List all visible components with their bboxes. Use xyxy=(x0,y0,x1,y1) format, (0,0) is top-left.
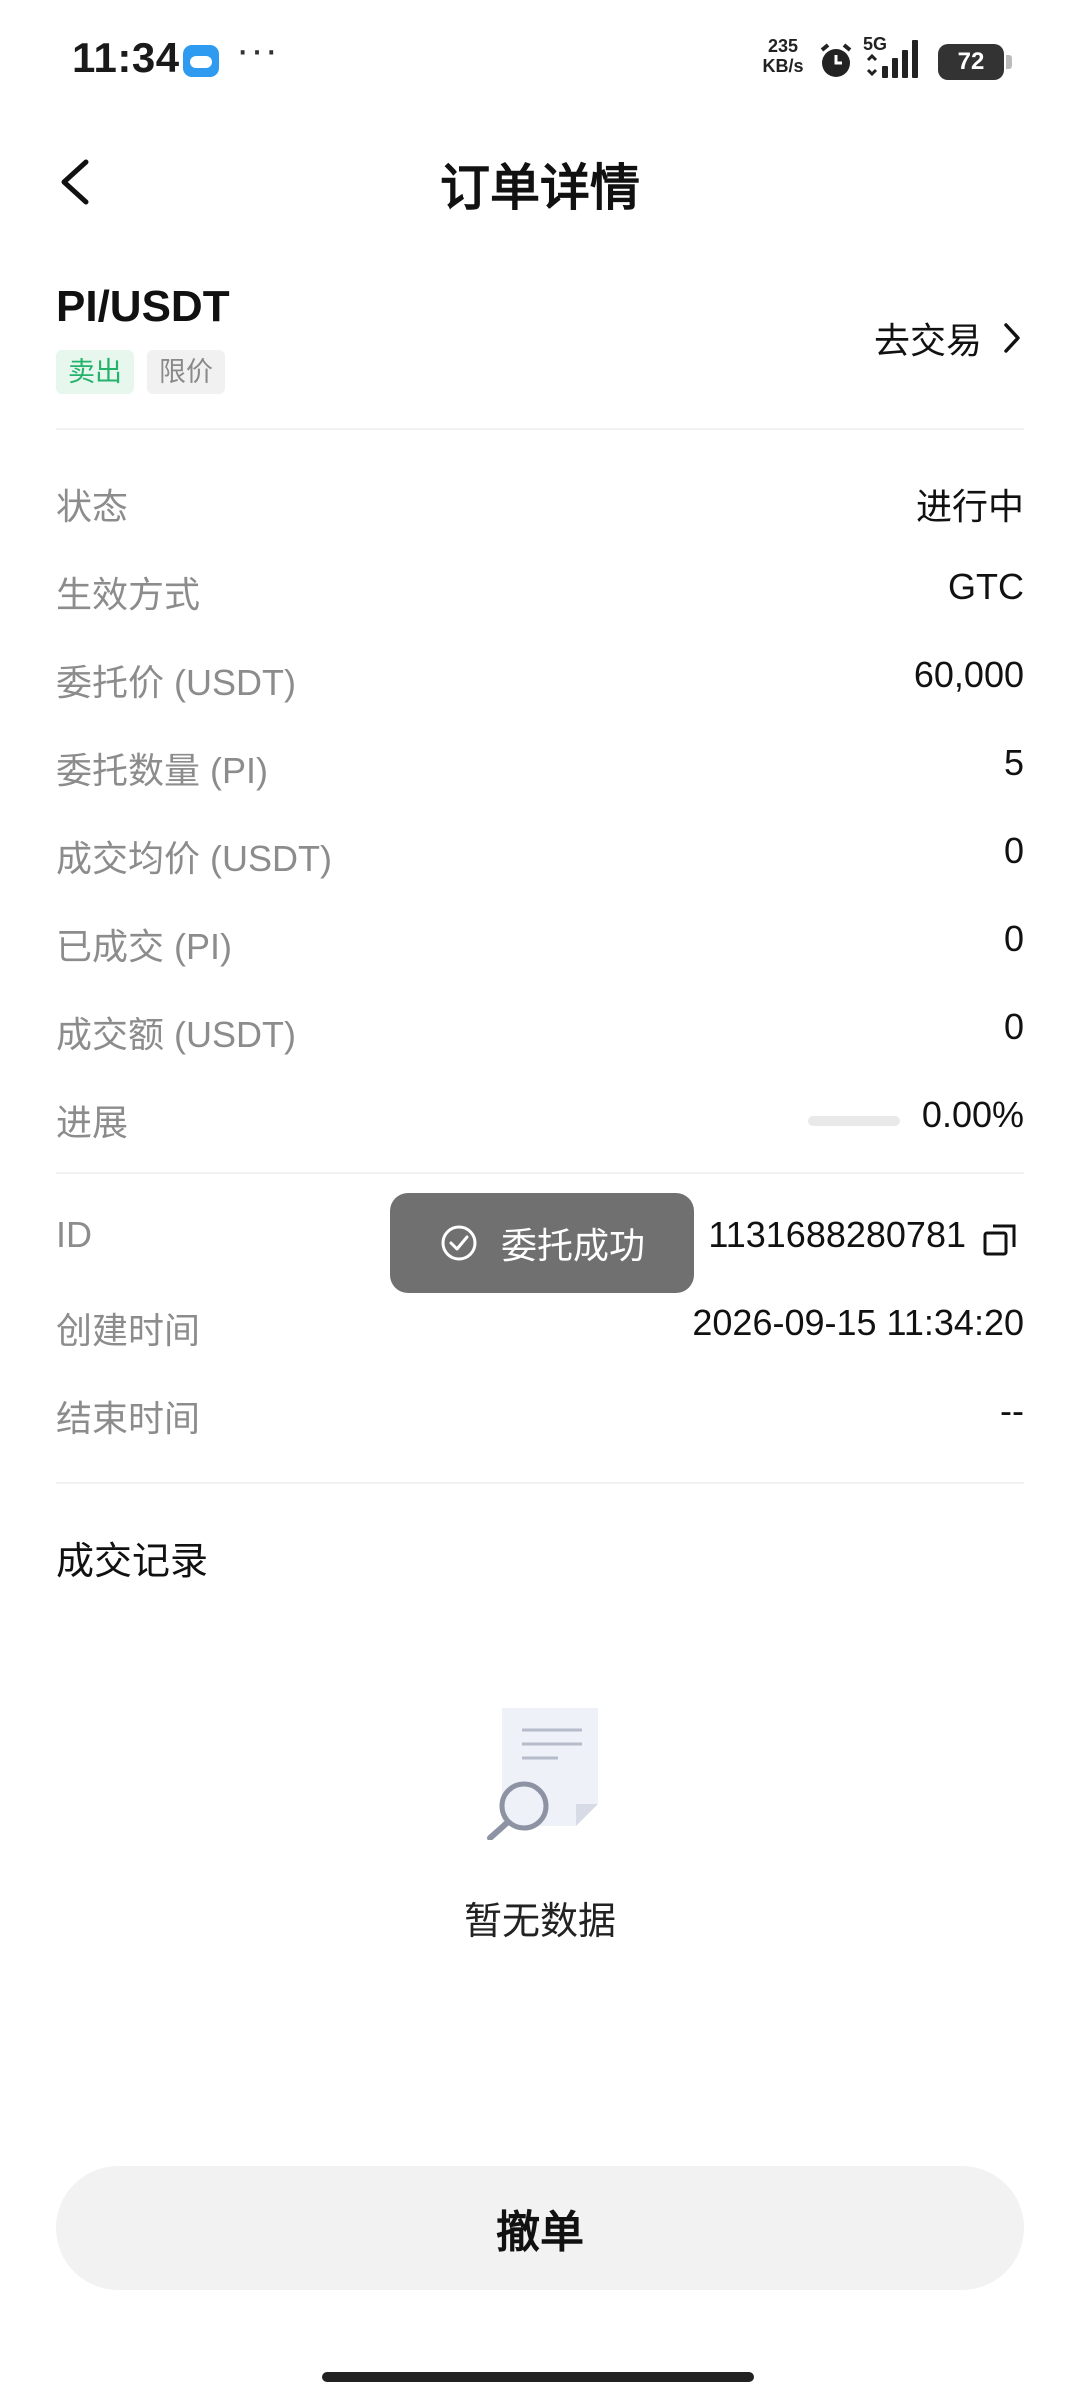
net-speed-value: 235 xyxy=(767,36,799,56)
chevron-right-icon xyxy=(1004,323,1020,353)
divider xyxy=(56,428,1024,430)
detail-value: 进行中 xyxy=(915,486,1024,527)
cloud-app-icon xyxy=(183,45,219,77)
detail-label: 生效方式 xyxy=(56,574,201,615)
detail-label: 委托数量 (PI) xyxy=(56,750,268,791)
status-time: 11:34 xyxy=(72,34,180,81)
go-trade-label: 去交易 xyxy=(873,320,982,361)
page-title: 订单详情 xyxy=(440,160,640,216)
detail-row-order-amount: 委托数量 (PI) 5 xyxy=(56,742,1024,802)
meta-row-created: 创建时间 2026-09-15 11:34:20 xyxy=(56,1302,1024,1362)
detail-value: 0 xyxy=(1003,918,1024,959)
meta-label: 结束时间 xyxy=(56,1398,201,1439)
more-dots-icon: ··· xyxy=(236,28,279,72)
cancel-order-button[interactable]: 撤单 xyxy=(56,2166,1024,2290)
meta-row-ended: 结束时间 -- xyxy=(56,1390,1024,1450)
net-speed: 235 KB/s xyxy=(757,36,809,76)
battery-icon: 72 xyxy=(938,44,1012,80)
home-indicator[interactable] xyxy=(322,2372,754,2382)
detail-row-progress: 进展 0.00% xyxy=(56,1094,1024,1154)
detail-row-filled: 已成交 (PI) 0 xyxy=(56,918,1024,978)
detail-row-avg-price: 成交均价 (USDT) 0 xyxy=(56,830,1024,890)
divider xyxy=(56,1172,1024,1174)
detail-value: 0 xyxy=(1003,830,1024,871)
copy-icon[interactable] xyxy=(982,1222,1018,1258)
order-id-value: 1131688280781 xyxy=(708,1214,966,1255)
detail-label: 成交均价 (USDT) xyxy=(56,838,332,879)
meta-value: 2026-09-15 11:34:20 xyxy=(692,1302,1024,1343)
detail-value: 60,000 xyxy=(913,654,1024,695)
toast-text: 委托成功 xyxy=(500,1225,645,1266)
status-bar: 11:34 ··· 235 KB/s 5G 72 xyxy=(0,0,1080,125)
detail-label: 成交额 (USDT) xyxy=(56,1014,296,1055)
meta-label: ID xyxy=(56,1214,92,1255)
section-title-records: 成交记录 xyxy=(56,1541,209,1583)
empty-document-search-icon xyxy=(487,1708,598,1840)
order-type-tag: 限价 xyxy=(147,350,225,394)
detail-row-turnover: 成交额 (USDT) 0 xyxy=(56,1006,1024,1066)
net-speed-unit: KB/s xyxy=(762,56,804,76)
go-trade-link[interactable]: 去交易 xyxy=(874,312,1022,364)
detail-value: 0 xyxy=(1003,1006,1024,1047)
divider xyxy=(56,1482,1024,1484)
empty-state-text: 暂无数据 xyxy=(463,1901,616,1943)
detail-row-order-price: 委托价 (USDT) 60,000 xyxy=(56,654,1024,714)
detail-label: 进展 xyxy=(56,1102,129,1143)
side-tag: 卖出 xyxy=(56,350,134,394)
detail-label: 已成交 (PI) xyxy=(56,926,232,967)
detail-label: 委托价 (USDT) xyxy=(56,662,296,703)
detail-value: 5 xyxy=(1003,742,1024,783)
detail-value: GTC xyxy=(948,566,1024,607)
trading-pair: PI/USDT xyxy=(56,282,230,331)
detail-value: 0.00% xyxy=(921,1094,1024,1135)
meta-value: -- xyxy=(1000,1390,1024,1431)
meta-label: 创建时间 xyxy=(56,1310,201,1351)
detail-row-status: 状态 进行中 xyxy=(56,478,1024,538)
signal-icon xyxy=(866,40,918,78)
alarm-clock-icon xyxy=(820,43,852,77)
detail-row-time-in-force: 生效方式 GTC xyxy=(56,566,1024,626)
check-circle-icon xyxy=(441,1225,477,1261)
progress-bar xyxy=(808,1116,900,1126)
success-toast: 委托成功 xyxy=(390,1193,694,1293)
detail-label: 状态 xyxy=(56,486,129,527)
